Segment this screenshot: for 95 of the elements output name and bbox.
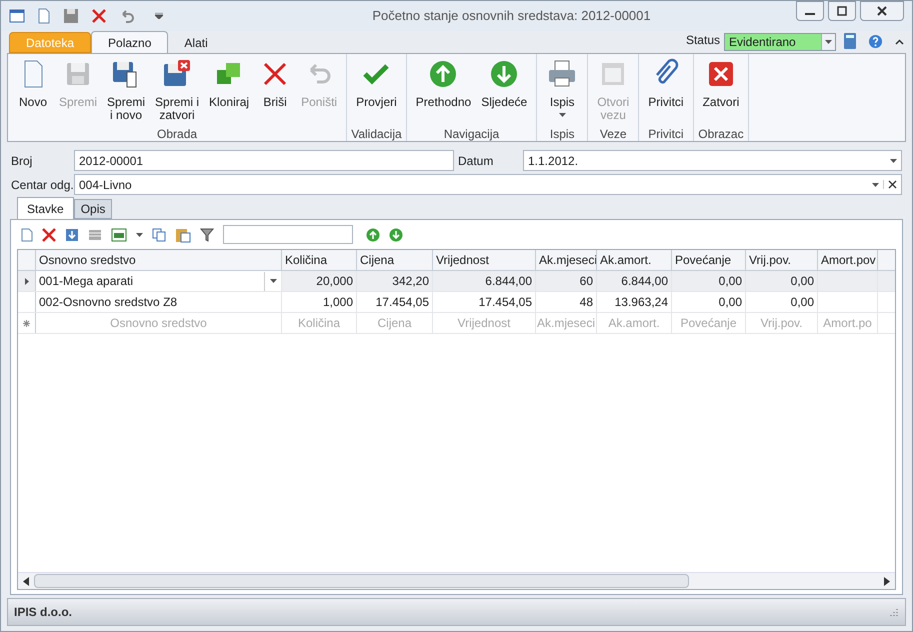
column-header[interactable]: Vrijednost [433, 250, 536, 270]
table-cell-text: 13.963,24 [614, 294, 669, 311]
ribbon-button[interactable]: Zatvori [698, 58, 744, 125]
number-field[interactable]: 2012-00001 [74, 150, 454, 171]
ribbon-group-label: Obrada [156, 126, 198, 141]
tab[interactable]: Stavke [17, 197, 74, 219]
tab[interactable]: Opis [74, 199, 112, 219]
grid-icon[interactable] [88, 228, 102, 242]
table-cell-text: 17.454,05 [374, 294, 430, 311]
close-button[interactable] [860, 1, 904, 21]
floppy-icon[interactable] [63, 8, 79, 24]
ribbon-tab[interactable]: Polazno [91, 31, 168, 53]
calculator-icon[interactable] [844, 33, 856, 49]
help-icon[interactable] [868, 34, 883, 49]
restore-icon [837, 6, 847, 16]
table-cell-text: 342,20 [391, 273, 430, 290]
table-cell-text: 0,00 [718, 294, 743, 311]
arrow-down-circle-icon[interactable] [389, 228, 403, 242]
collapse-icon[interactable] [895, 39, 904, 45]
window-title: Početno stanje osnovnih sredstava: 2012-00001 [371, 7, 652, 26]
filter-icon[interactable] [200, 228, 214, 242]
resize-grip-icon[interactable] [889, 607, 899, 617]
ribbon-button[interactable]: Prethodno [410, 58, 476, 125]
caret-icon [872, 182, 878, 186]
cross-icon[interactable] [91, 8, 107, 24]
paste-icon[interactable] [175, 226, 191, 242]
column-header[interactable]: Amort.pov [818, 250, 878, 270]
ribbon-tab[interactable]: Alati [168, 32, 224, 53]
column-header[interactable]: Ak.mjeseci [536, 250, 597, 270]
ribbon-button[interactable]: Spremi i novo [102, 58, 150, 125]
scroll-left-icon[interactable] [23, 576, 29, 586]
column-header[interactable]: Ak.amort. [597, 250, 672, 270]
table-cell-text: 0,00 [790, 273, 815, 290]
table-cell-text: 0,00 [718, 273, 743, 290]
caret-icon [890, 158, 896, 162]
ribbon-group-label: Navigacija [442, 126, 500, 141]
center-field[interactable]: 004-Livno [74, 174, 902, 195]
ribbon-button[interactable]: Briši [254, 58, 296, 125]
caret-icon [558, 113, 566, 117]
ribbon-button[interactable]: Privitci [643, 58, 689, 125]
table-cell-text: 002-Osnovno sredstvo Z8 [38, 294, 178, 311]
ribbon-button[interactable]: Kloniraj [204, 58, 254, 125]
clear-icon[interactable] [888, 180, 897, 189]
ribbon-button[interactable]: Sljedeće [476, 58, 532, 125]
page-icon[interactable] [21, 228, 33, 242]
minimize-icon [805, 13, 815, 15]
spreadsheet-icon[interactable] [111, 228, 127, 242]
table-cell-text: 17.454,05 [478, 294, 533, 311]
ribbon-button[interactable]: Provjeri [351, 58, 402, 125]
ribbon-group-label: Veze [598, 126, 628, 141]
ribbon-group-label: Validacija [351, 126, 402, 141]
ribbon-button[interactable]: Spremi i zatvori [150, 58, 204, 125]
company-name: IPIS d.o.o. [14, 604, 74, 621]
app-icon[interactable] [9, 8, 25, 24]
ribbon-group-label: Privitci [647, 126, 685, 141]
table-cell-text: 0,00 [790, 294, 815, 311]
table-cell-text: 48 [578, 294, 594, 311]
search-field[interactable] [223, 225, 353, 244]
row-pointer-icon [24, 278, 28, 284]
ribbon-button[interactable]: Ispis [541, 58, 584, 125]
table-cell-text: 6.844,00 [620, 273, 669, 290]
column-header[interactable]: Vrij.pov. [746, 250, 818, 270]
ribbon-button[interactable]: Novo [12, 58, 54, 125]
field-label: Datum [458, 152, 494, 170]
status-dropdown[interactable]: Evidentirano [724, 33, 836, 51]
download-icon[interactable] [65, 228, 79, 242]
table-cell-text: 20,000 [315, 273, 354, 290]
restore-button[interactable] [828, 1, 856, 21]
asterisk-icon [23, 320, 30, 326]
page-icon[interactable] [37, 8, 51, 24]
caret-icon [136, 232, 143, 236]
caret-icon [825, 40, 832, 44]
close-icon [877, 6, 887, 16]
arrow-up-circle-icon[interactable] [366, 228, 380, 242]
status-label: Status [686, 32, 720, 49]
table-cell-text: 6.844,00 [484, 273, 533, 290]
column-header[interactable]: Povećanje [672, 250, 746, 270]
table-cell-text: 1,000 [322, 294, 354, 311]
field-label: Broj [11, 152, 34, 170]
field-label: Centar odg. [11, 176, 74, 194]
table-cell-text: 60 [578, 273, 594, 290]
scrollbar-thumb[interactable] [34, 574, 689, 588]
scroll-right-icon[interactable] [884, 576, 890, 586]
column-header[interactable]: Cijena [357, 250, 433, 270]
ribbon-group-label: Obrazac [698, 126, 744, 141]
column-header[interactable]: Osnovno sredstvo [36, 250, 282, 270]
copy-icon[interactable] [152, 228, 166, 242]
minimize-button[interactable] [796, 1, 824, 21]
table-cell-text: 001-Mega aparati [38, 273, 134, 290]
customize-caret-icon[interactable] [155, 13, 163, 19]
caret-icon [270, 279, 276, 283]
delete-icon[interactable] [42, 228, 56, 242]
column-header[interactable]: Količina [282, 250, 357, 270]
ribbon-group-label: Ispis [548, 126, 576, 141]
date-field[interactable]: 1.1.2012. [523, 150, 902, 171]
